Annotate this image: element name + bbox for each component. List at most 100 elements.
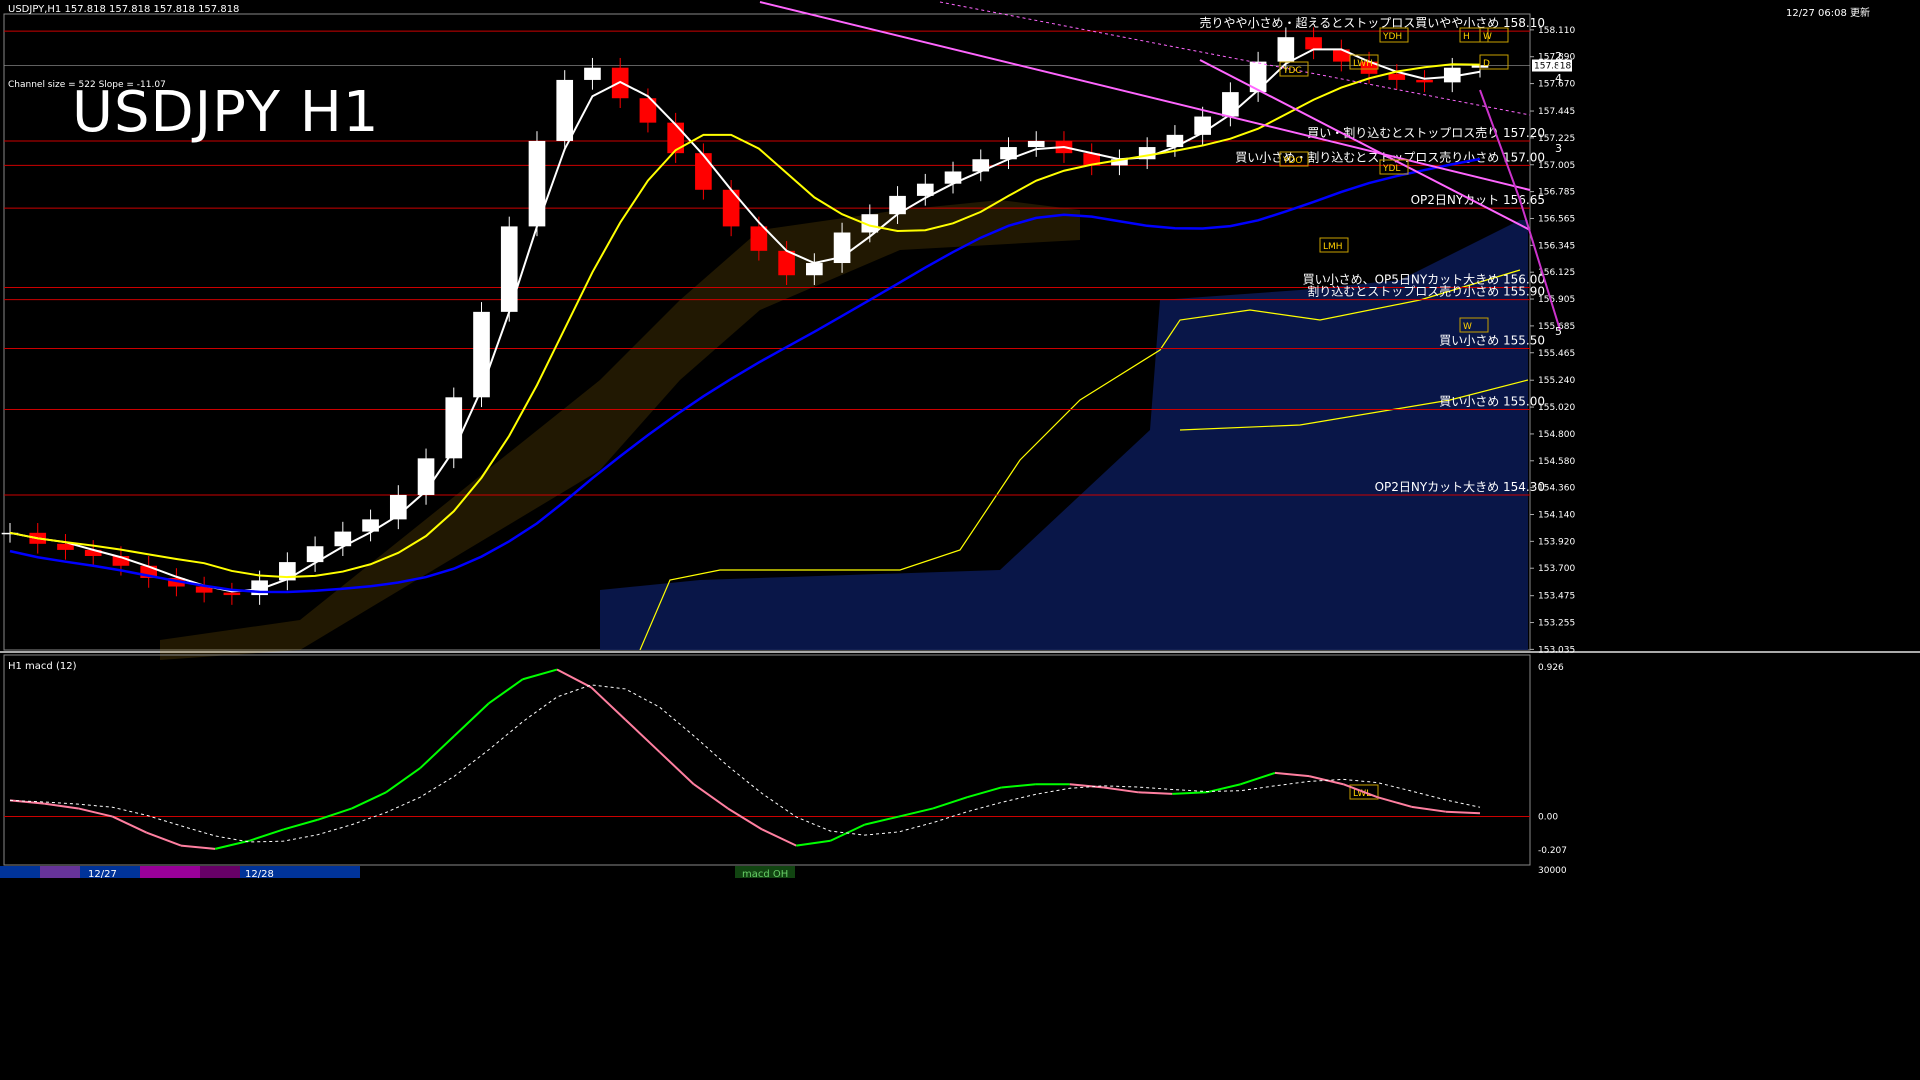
candle-body bbox=[750, 226, 768, 251]
macd-segment bbox=[1445, 810, 1481, 815]
price-tick-label: 153.700 bbox=[1538, 564, 1575, 574]
date-bar-segment bbox=[140, 866, 200, 878]
macd-segment bbox=[248, 828, 284, 842]
level-label: 買い小さめ 155.00 bbox=[1439, 395, 1545, 409]
macd-segment bbox=[180, 844, 216, 850]
price-tick-label: 155.240 bbox=[1538, 376, 1575, 386]
price-tick-label: 153.475 bbox=[1538, 592, 1575, 602]
macd-segment bbox=[966, 786, 1002, 799]
macd-segment bbox=[556, 668, 592, 689]
price-tick-label: 153.035 bbox=[1538, 645, 1575, 655]
macd-segment bbox=[932, 796, 968, 810]
macd-segment bbox=[796, 839, 831, 847]
channel-lower bbox=[1199, 59, 1531, 231]
macd-segment bbox=[624, 718, 661, 753]
macd-segment bbox=[1001, 783, 1036, 789]
macd-segment bbox=[44, 802, 79, 810]
price-tick-label: 154.800 bbox=[1538, 430, 1575, 440]
macd-segment bbox=[1240, 771, 1276, 786]
candle-body bbox=[695, 153, 712, 190]
macd-segment bbox=[864, 815, 900, 826]
tag-label: D bbox=[1483, 59, 1490, 69]
candle-body bbox=[223, 592, 241, 596]
price-tick-label: 156.345 bbox=[1538, 241, 1575, 251]
macd-segment bbox=[419, 735, 456, 769]
candle-body bbox=[473, 311, 490, 398]
price-tick-label: 155.465 bbox=[1538, 349, 1575, 359]
macd-bottom-label: 30000 bbox=[1538, 866, 1567, 876]
tag-label: W bbox=[1463, 322, 1472, 332]
chart-title: USDJPY H1 bbox=[72, 80, 380, 145]
price-tick-label: 153.255 bbox=[1538, 619, 1575, 629]
date-label-2: 12/28 bbox=[245, 869, 274, 880]
macd-segment bbox=[146, 831, 182, 847]
tag-label: LWH bbox=[1353, 59, 1373, 69]
candle-body bbox=[1166, 134, 1184, 148]
tag-label: YDC bbox=[1282, 66, 1302, 76]
level-label: OP2日NYカット大きめ 154.30 bbox=[1375, 480, 1545, 494]
channel-upper bbox=[759, 1, 1531, 191]
level-label: 買い小さめ 155.50 bbox=[1439, 333, 1545, 347]
macd-segment bbox=[727, 807, 763, 831]
candle-body bbox=[1277, 37, 1295, 62]
macd-segment bbox=[1138, 791, 1173, 795]
macd-frame bbox=[3, 654, 1531, 866]
candle-body bbox=[500, 226, 518, 312]
macd-segment bbox=[214, 839, 250, 850]
macd-segment bbox=[1411, 805, 1446, 813]
datetime-header: 12/27 06:08 更新 bbox=[1786, 8, 1870, 19]
candle-body bbox=[584, 67, 601, 80]
candle-body bbox=[556, 79, 574, 141]
macd-segment bbox=[522, 668, 558, 681]
macd-segment bbox=[590, 686, 627, 721]
macd-segment bbox=[488, 678, 524, 705]
macd-segment bbox=[453, 702, 490, 737]
date-label-1: 12/27 bbox=[88, 869, 117, 880]
candle-body bbox=[667, 122, 684, 154]
tag-label: YDL bbox=[1382, 164, 1400, 174]
candle-body bbox=[1388, 73, 1406, 80]
macd-segment bbox=[1103, 786, 1139, 794]
tag-label: YDH bbox=[1382, 32, 1402, 42]
price-tick-label: 157.445 bbox=[1538, 107, 1575, 117]
date-bar-segment bbox=[300, 866, 360, 878]
tag-label: LMH bbox=[1323, 242, 1343, 252]
candle-body bbox=[1027, 140, 1045, 148]
tag-label: H bbox=[1463, 32, 1470, 42]
current-price-label: 157.818 bbox=[1534, 62, 1571, 72]
candle-body bbox=[1416, 79, 1433, 83]
candle-body bbox=[1222, 92, 1239, 117]
macd-segment bbox=[9, 799, 45, 805]
symbol-header: USDJPY,H1 157.818 157.818 157.818 157.81… bbox=[8, 4, 240, 15]
candle-body bbox=[528, 140, 546, 227]
macd-panel: H1 macd (12) 0.926 0.00 -0.207 30000 12/27 12/… bbox=[0, 654, 1567, 880]
level-label: OP2日NYカット 156.65 bbox=[1411, 193, 1545, 207]
price-tick-label: 154.580 bbox=[1538, 457, 1575, 467]
macd-segment bbox=[78, 807, 113, 818]
usdjpy-chart[interactable]: 158.110157.890157.670157.445157.225157.0… bbox=[0, 0, 1920, 1080]
wave-label: 3 bbox=[1555, 142, 1562, 155]
macd-segment bbox=[385, 767, 421, 794]
macd-segment bbox=[693, 783, 729, 810]
macd-tick-label: -0.207 bbox=[1538, 846, 1567, 856]
wave-label: 5 bbox=[1555, 325, 1562, 338]
macd-segment bbox=[1206, 783, 1241, 794]
macd-tick-label: 0.926 bbox=[1538, 663, 1564, 673]
macd-segment bbox=[1172, 791, 1207, 795]
tag-label: YDO bbox=[1282, 156, 1303, 166]
macd-segment bbox=[1274, 771, 1310, 778]
macd-segment bbox=[317, 807, 353, 821]
wave-label: 2 bbox=[1555, 50, 1562, 63]
macd-label: H1 macd (12) bbox=[8, 661, 77, 672]
indicator-label: macd OH bbox=[742, 869, 788, 880]
price-tick-label: 156.565 bbox=[1538, 214, 1575, 224]
macd-segment bbox=[1377, 796, 1412, 808]
price-tick-label: 153.920 bbox=[1538, 537, 1575, 547]
candle-body bbox=[806, 263, 823, 276]
macd-segment bbox=[898, 807, 934, 818]
macd-segment bbox=[283, 818, 318, 831]
macd-segment bbox=[658, 751, 695, 785]
tag-label: W bbox=[1483, 32, 1492, 42]
candle-body bbox=[778, 250, 795, 276]
macd-segment bbox=[112, 815, 148, 834]
